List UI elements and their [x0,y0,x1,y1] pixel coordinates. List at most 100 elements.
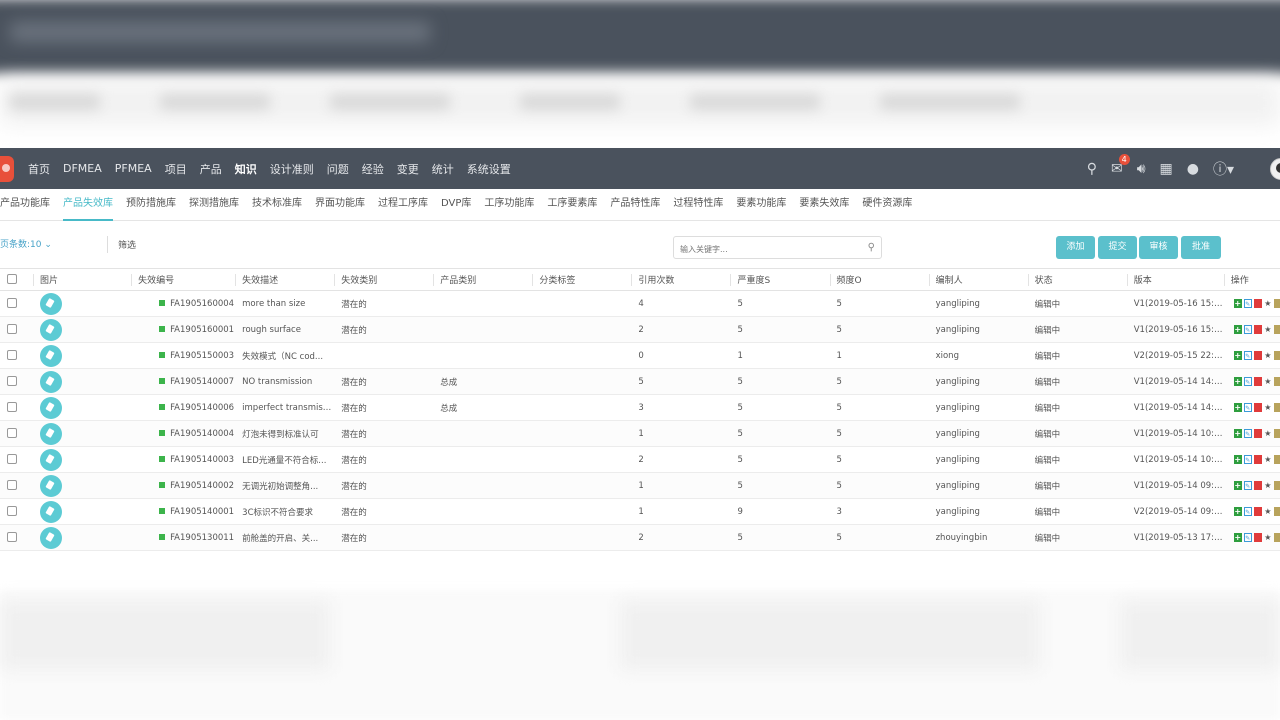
submit-button[interactable]: 提交 [1098,236,1137,259]
column-header[interactable]: 严重度S [730,268,830,291]
approve-button[interactable]: 批准 [1181,236,1221,259]
nav-item-home[interactable]: 首页 [28,161,50,177]
edit-icon[interactable]: ✎ [1243,480,1252,490]
nav-item-dfmea[interactable]: DFMEA [63,162,102,175]
add-icon[interactable]: + [1233,324,1242,334]
star-icon[interactable]: ★ [1264,377,1272,386]
column-header[interactable]: 失效描述 [235,268,335,291]
star-icon[interactable]: ★ [1264,533,1272,542]
more-icon[interactable] [1273,480,1280,490]
row-checkbox[interactable] [7,480,17,491]
tab-detection[interactable]: 探测措施库 [189,189,239,221]
nav-item-project[interactable]: 项目 [165,161,187,177]
delete-icon[interactable] [1253,506,1262,516]
failure-code-cell[interactable]: FA1905140004 [131,420,236,447]
page-size-select[interactable]: 页条数:10 ⌄ [0,237,52,250]
delete-icon[interactable] [1253,428,1262,438]
failure-image-icon[interactable] [40,344,63,367]
failure-description-cell[interactable]: 灯泡未得到标准认可 [235,420,335,447]
add-icon[interactable]: + [1233,350,1242,360]
table-row[interactable]: FA1905160004 more than size 潜在的 4 5 5 yanglipi… [0,290,1280,317]
nav-item-knowledge[interactable]: 知识 [235,161,257,177]
row-checkbox[interactable] [7,532,17,543]
column-header[interactable]: 引用次数 [631,268,731,291]
delete-icon[interactable] [1253,324,1262,334]
star-icon[interactable]: ★ [1264,403,1272,412]
review-button[interactable]: 审核 [1139,236,1178,259]
add-icon[interactable]: + [1233,532,1242,542]
more-icon[interactable] [1273,350,1280,360]
failure-image-icon[interactable] [40,422,63,445]
nav-item-change[interactable]: 变更 [397,161,419,177]
star-icon[interactable]: ★ [1264,455,1272,464]
nav-item-statistics[interactable]: 统计 [432,161,454,177]
edit-icon[interactable]: ✎ [1243,376,1252,386]
row-checkbox[interactable] [7,376,17,387]
column-header[interactable]: 失效编号 [131,268,236,291]
tab-process-characteristic[interactable]: 过程特性库 [673,189,723,221]
failure-image-icon[interactable] [40,396,63,419]
tab-step-function[interactable]: 工序功能库 [484,189,534,221]
table-row[interactable]: FA1905140004 灯泡未得到标准认可 潜在的 1 5 5 yangliping 编辑中… [0,420,1280,447]
star-icon[interactable]: ★ [1264,507,1272,516]
delete-icon[interactable] [1253,480,1262,490]
failure-code-cell[interactable]: FA1905140003 [131,446,236,473]
delete-icon[interactable] [1253,402,1262,412]
column-header[interactable]: 版本 [1126,268,1224,291]
row-checkbox[interactable] [7,506,17,517]
star-icon[interactable]: ★ [1264,481,1272,490]
add-button[interactable]: 添加 [1056,236,1095,259]
row-checkbox[interactable] [7,350,17,361]
more-icon[interactable] [1273,298,1280,308]
add-icon[interactable]: + [1233,480,1242,490]
more-icon[interactable] [1273,428,1280,438]
failure-description-cell[interactable]: imperfect transmiss... [235,394,335,421]
failure-description-cell[interactable]: LED光通量不符合标... [235,446,335,473]
delete-icon[interactable] [1253,376,1262,386]
failure-image-icon[interactable] [40,526,63,549]
failure-code-cell[interactable]: FA1905140007 [131,368,236,395]
search-icon[interactable]: ⚲ [868,242,875,253]
delete-icon[interactable] [1253,532,1262,542]
row-checkbox[interactable] [7,454,17,465]
tab-hardware-resource[interactable]: 硬件资源库 [862,189,912,221]
failure-code-cell[interactable]: FA1905140006 [131,394,236,421]
failure-description-cell[interactable]: more than size [235,290,335,317]
tab-product-failure[interactable]: 产品失效库 [63,189,113,221]
chat-icon[interactable]: ● [1187,161,1199,177]
speaker-icon[interactable]: 🔊︎ [1137,161,1146,177]
column-header[interactable]: 产品类别 [433,268,533,291]
tab-dvp[interactable]: DVP库 [441,189,471,221]
failure-code-cell[interactable]: FA1905130011 [131,524,236,551]
table-row[interactable]: FA1905130011 前舱盖的开启、关... 潜在的 2 5 5 zhouyingbin… [0,524,1280,551]
star-icon[interactable]: ★ [1264,299,1272,308]
tab-product-function[interactable]: 产品功能库 [0,189,50,221]
failure-code-cell[interactable]: FA1905160001 [131,316,236,343]
tab-prevention[interactable]: 预防措施库 [126,189,176,221]
star-icon[interactable]: ★ [1264,325,1272,334]
add-icon[interactable]: + [1233,428,1242,438]
tab-interface-function[interactable]: 界面功能库 [315,189,365,221]
column-header[interactable]: 失效类别 [334,268,434,291]
delete-icon[interactable] [1253,350,1262,360]
table-row[interactable]: FA1905140006 imperfect transmiss... 潜在的 总成 3… [0,394,1280,421]
edit-icon[interactable]: ✎ [1243,532,1252,542]
search-input[interactable] [674,239,854,260]
more-icon[interactable] [1273,454,1280,464]
add-icon[interactable]: + [1233,298,1242,308]
tab-element-failure[interactable]: 要素失效库 [799,189,849,221]
failure-description-cell[interactable]: 前舱盖的开启、关... [235,524,335,551]
edit-icon[interactable]: ✎ [1243,298,1252,308]
edit-icon[interactable]: ✎ [1243,428,1252,438]
nav-item-settings[interactable]: 系统设置 [467,161,511,177]
table-row[interactable]: FA1905140007 NO transmission 潜在的 总成 5 5 5 yangl… [0,368,1280,395]
more-icon[interactable] [1273,402,1280,412]
help-icon[interactable]: ⓘ▾ [1213,159,1234,179]
failure-image-icon[interactable] [40,474,63,497]
table-row[interactable]: FA1905150003 失效模式（NC cod... 0 1 1 xiong 编辑中 V2(… [0,342,1280,369]
table-row[interactable]: FA1905140001 3C标识不符合要求 潜在的 1 9 3 yangliping 编辑中… [0,498,1280,525]
row-checkbox[interactable] [7,428,17,439]
failure-image-icon[interactable] [40,500,63,523]
star-icon[interactable]: ★ [1264,351,1272,360]
failure-code-cell[interactable]: FA1905140002 [131,472,236,499]
